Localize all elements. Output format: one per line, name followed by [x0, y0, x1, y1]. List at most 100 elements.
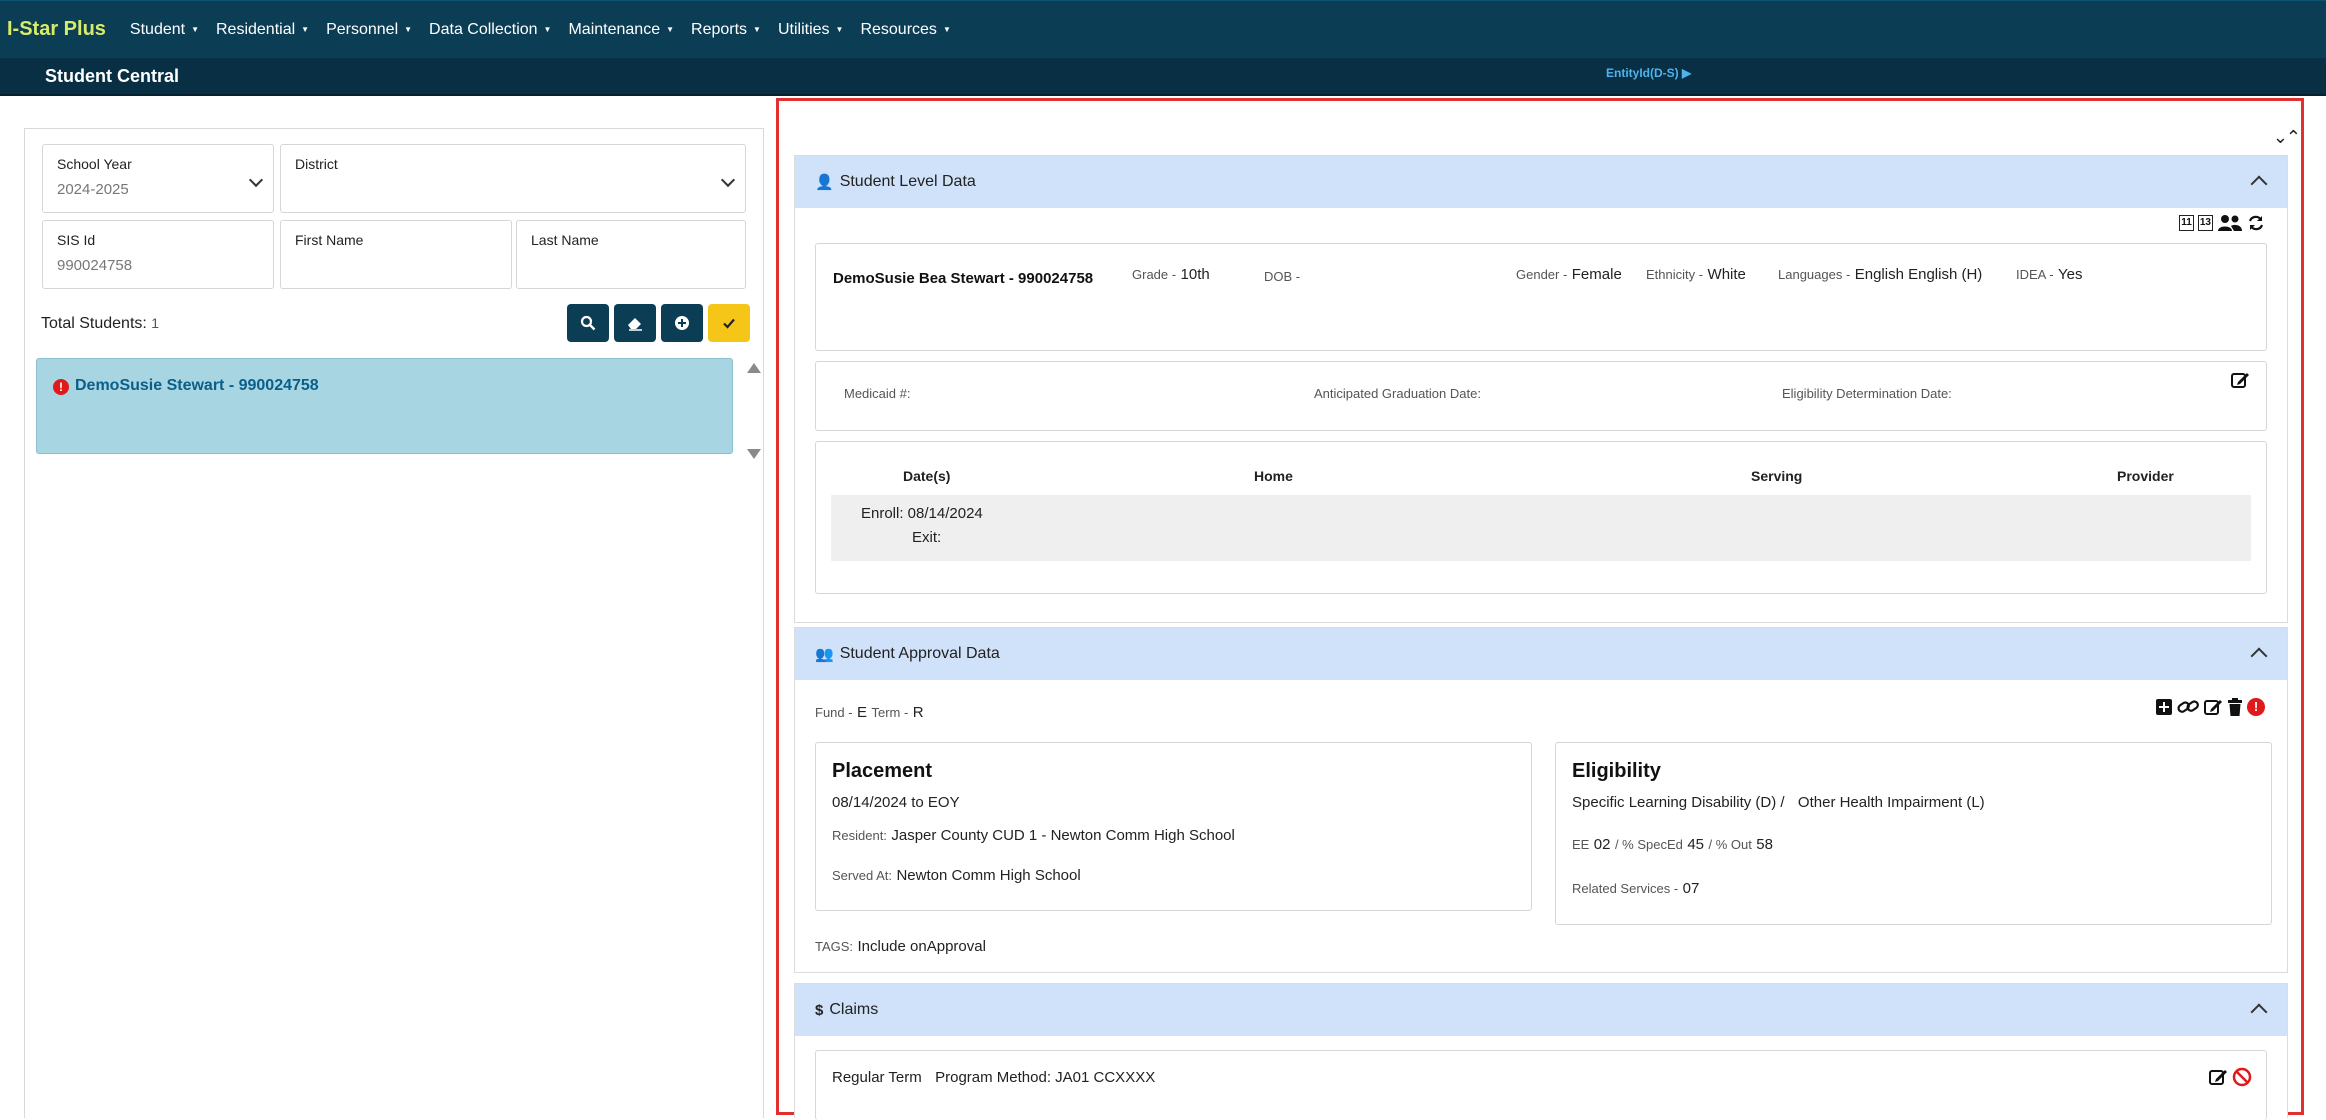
collapse-chevron-icon[interactable]: [2250, 1003, 2268, 1021]
users-icon[interactable]: [2217, 214, 2243, 232]
approve-button[interactable]: [708, 304, 750, 342]
claim-actions: [2208, 1067, 2252, 1087]
dob-field: DOB -: [1264, 269, 1301, 284]
caret-down-icon: ▼: [301, 25, 310, 34]
table-row: Enroll: 08/14/2024 Exit:: [831, 495, 2251, 561]
enrollment-table: Date(s) Home Serving Provider Enroll: 08…: [815, 441, 2267, 594]
claims-section: $ Claims Regular Term Program Method: JA…: [794, 983, 2288, 1120]
calendar-13-icon[interactable]: 13: [2197, 215, 2213, 231]
disabilities: Specific Learning Disability (D) / Other…: [1572, 794, 1985, 811]
tags-field: TAGS: Include onApproval: [815, 938, 986, 955]
claims-title: Claims: [829, 1001, 879, 1018]
entity-id-link[interactable]: EntityId(D-S) ▶: [1606, 66, 1691, 80]
student-search-panel: School Year 2024-2025 District SIS Id 99…: [24, 128, 764, 1118]
caret-down-icon: ▼: [404, 25, 413, 34]
student-level-title: Student Level Data: [839, 173, 976, 190]
col-dates: Date(s): [903, 468, 951, 484]
ban-icon[interactable]: [2232, 1067, 2252, 1087]
edit-icon[interactable]: [2230, 370, 2250, 390]
last-name-label: Last Name: [531, 232, 599, 248]
school-year-label: School Year: [57, 156, 132, 172]
clear-button[interactable]: [614, 304, 656, 342]
eraser-icon: [628, 318, 642, 331]
alert-icon[interactable]: !: [2247, 698, 2265, 716]
sis-id-label: SIS Id: [57, 232, 96, 248]
col-home: Home: [1254, 468, 1293, 484]
total-students-count: 1: [151, 315, 160, 331]
school-year-value: 2024-2025: [57, 181, 129, 198]
student-result-item[interactable]: ! DemoSusie Stewart - 990024758: [36, 358, 733, 454]
student-approval-header[interactable]: 👥 Student Approval Data: [795, 628, 2287, 680]
caret-down-icon: ▼: [942, 25, 951, 34]
ee-specd-out: EE 02 / % SpecEd 45 / % Out 58: [1572, 836, 1773, 853]
placement-dates: 08/14/2024 to EOY: [832, 794, 960, 811]
first-name-field[interactable]: First Name: [280, 220, 512, 289]
student-actions-toolbar: 11 13: [2179, 214, 2265, 232]
student-approval-title: Student Approval Data: [839, 645, 1000, 662]
menu-personnel[interactable]: Personnel ▼: [326, 21, 412, 39]
refresh-icon[interactable]: [2247, 214, 2265, 232]
enroll-date: Enroll: 08/14/2024: [861, 505, 983, 522]
student-full-name: DemoSusie Bea Stewart - 990024758: [833, 270, 1094, 287]
caret-down-icon: ▼: [835, 25, 844, 34]
menu-maintenance[interactable]: Maintenance ▼: [568, 21, 674, 39]
add-student-button[interactable]: [661, 304, 703, 342]
app-brand[interactable]: I-Star Plus: [7, 18, 106, 41]
languages-field: Languages - English English (H): [1778, 266, 1983, 283]
collapse-chevron-icon[interactable]: [2250, 647, 2268, 665]
district-label: District: [295, 156, 338, 172]
alert-icon: !: [53, 379, 69, 395]
scroll-down-arrow-icon[interactable]: [747, 449, 761, 459]
student-detail-panel: ⌄⌃ 👤 Student Level Data 11 13 DemoSusie …: [776, 98, 2304, 1120]
eligibility-date-label: Eligibility Determination Date:: [1782, 386, 1952, 401]
caret-down-icon: ▼: [543, 25, 552, 34]
menu-residential[interactable]: Residential ▼: [216, 21, 309, 39]
ethnicity-field: Ethnicity - White: [1646, 266, 1746, 283]
idea-field: IDEA - Yes: [2016, 266, 2083, 283]
placement-title: Placement: [832, 760, 933, 782]
search-button[interactable]: [567, 304, 609, 342]
student-approval-section: 👥 Student Approval Data Fund - E Term - …: [794, 627, 2288, 973]
caret-down-icon: ▼: [753, 25, 761, 34]
col-serving: Serving: [1751, 468, 1803, 484]
top-navbar: I-Star Plus Student ▼ Residential ▼ Person…: [0, 0, 2326, 58]
plus-circle-icon: [675, 316, 689, 330]
menu-data-collection[interactable]: Data Collection ▼: [429, 21, 551, 39]
link-icon[interactable]: [2177, 698, 2199, 716]
graduation-date-label: Anticipated Graduation Date:: [1314, 386, 1481, 401]
scroll-up-arrow-icon[interactable]: [747, 363, 761, 373]
related-services: Related Services - 07: [1572, 880, 1700, 897]
school-year-select[interactable]: School Year 2024-2025: [42, 144, 274, 213]
caret-down-icon: ▼: [666, 25, 675, 34]
edit-icon[interactable]: [2203, 697, 2223, 717]
resident-field: Resident: Jasper County CUD 1 - Newton C…: [832, 827, 1235, 844]
claim-info: Regular Term Program Method: JA01 CCXXXX: [832, 1069, 1156, 1086]
approval-user-icon: 👥: [815, 646, 834, 663]
gender-field: Gender - Female: [1516, 266, 1622, 283]
student-level-section: 👤 Student Level Data 11 13 DemoSusie Bea…: [794, 155, 2288, 623]
calendar-11-icon[interactable]: 11: [2179, 215, 2194, 231]
served-at-field: Served At: Newton Comm High School: [832, 867, 1081, 884]
user-icon: 👤: [815, 174, 834, 191]
district-select[interactable]: District: [280, 144, 746, 213]
menu-reports[interactable]: Reports ▼: [691, 21, 761, 39]
claims-header[interactable]: $ Claims: [795, 984, 2287, 1036]
grade-field: Grade - 10th: [1132, 266, 1210, 283]
student-level-header[interactable]: 👤 Student Level Data: [795, 156, 2287, 208]
trash-icon[interactable]: [2227, 698, 2243, 716]
student-result-name[interactable]: DemoSusie Stewart - 990024758: [75, 377, 319, 395]
medicaid-label: Medicaid #:: [844, 386, 911, 401]
last-name-field[interactable]: Last Name: [516, 220, 746, 289]
collapse-chevron-icon[interactable]: [2250, 175, 2268, 193]
student-demographics-card: DemoSusie Bea Stewart - 990024758 Grade …: [815, 243, 2267, 351]
menu-utilities[interactable]: Utilities ▼: [778, 21, 843, 39]
menu-student[interactable]: Student ▼: [130, 21, 199, 39]
expand-collapse-all-icon[interactable]: ⌄⌃: [2273, 127, 2301, 148]
edit-icon[interactable]: [2208, 1067, 2228, 1087]
menu-resources[interactable]: Resources ▼: [860, 21, 950, 39]
sis-id-field[interactable]: SIS Id 990024758: [42, 220, 274, 289]
add-square-icon[interactable]: [2155, 698, 2173, 716]
check-icon: [723, 318, 735, 329]
sis-id-value: 990024758: [57, 257, 133, 274]
claim-card: Regular Term Program Method: JA01 CCXXXX: [815, 1050, 2267, 1120]
